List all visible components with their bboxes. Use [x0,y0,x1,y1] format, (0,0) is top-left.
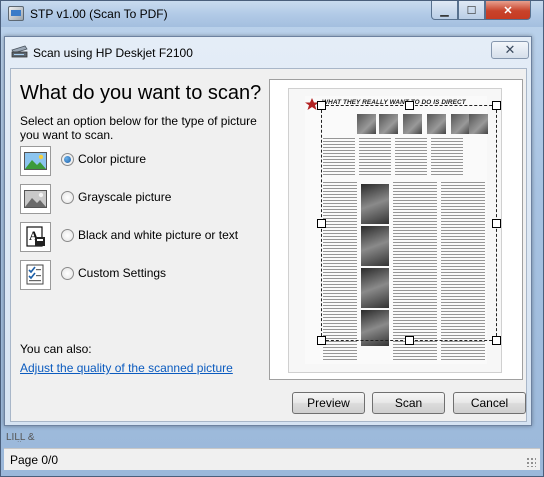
crop-handle-right[interactable] [492,219,501,228]
app-icon [8,6,24,21]
bw-picture-text-icon: A [20,222,51,252]
close-icon: ✕ [503,4,513,17]
custom-settings-radio[interactable] [61,267,74,280]
maximize-button[interactable]: ☐ [458,1,485,20]
option-custom-settings[interactable]: Custom Settings [20,260,270,290]
maximize-icon: ☐ [466,4,477,17]
color-picture-radio[interactable] [61,153,74,166]
main-window-title: STP v1.00 (Scan To PDF) [30,7,168,21]
preview-scan-bed: WHAT THEY REALLY WANT TO DO IS DIRECT [288,88,502,373]
cancel-button[interactable]: Cancel [453,392,526,414]
page-status: Page 0/0 [10,453,59,467]
crop-handle-top-right[interactable] [492,101,501,110]
dialog-title-bar[interactable]: Scan using HP Deskjet F2100 ✕ [5,37,531,67]
adjust-quality-link[interactable]: Adjust the quality of the scanned pictur… [20,361,233,375]
bw-picture-text-label[interactable]: Black and white picture or text [78,228,238,242]
crop-handle-bottom-left[interactable] [317,336,326,345]
crop-handle-top-left[interactable] [317,101,326,110]
minimize-icon: ▁ [440,4,449,17]
instructions-text: Select an option below for the type of p… [20,114,257,142]
close-icon: ✕ [504,42,516,57]
minimize-button[interactable]: ▁ [431,1,458,20]
scan-preview-pane[interactable]: WHAT THEY REALLY WANT TO DO IS DIRECT [269,79,523,380]
grayscale-picture-icon [20,184,51,214]
dialog-title: Scan using HP Deskjet F2100 [33,46,193,60]
background-document-text: LILL & Lalla [6,433,35,442]
scan-dialog: Scan using HP Deskjet F2100 ✕ What do yo… [4,36,532,426]
resize-grip-icon[interactable] [526,457,536,467]
page-title: What do you want to scan? [20,82,262,104]
grayscale-picture-label[interactable]: Grayscale picture [78,190,171,204]
grayscale-picture-radio[interactable] [61,191,74,204]
scan-button[interactable]: Scan [372,392,445,414]
crop-selection-box[interactable] [317,101,501,345]
custom-settings-label[interactable]: Custom Settings [78,266,166,280]
preview-button[interactable]: Preview [292,392,365,414]
option-color-picture[interactable]: Color picture [20,146,270,176]
bw-picture-text-radio[interactable] [61,229,74,242]
option-bw-picture-text[interactable]: A Black and white picture or text [20,222,270,252]
scanner-icon [11,45,28,58]
crop-handle-bottom[interactable] [405,336,414,345]
color-picture-icon [20,146,51,176]
custom-settings-icon [20,260,51,290]
you-can-also-label: You can also: [20,342,92,356]
crop-handle-top[interactable] [405,101,414,110]
color-picture-label[interactable]: Color picture [78,152,146,166]
option-grayscale-picture[interactable]: Grayscale picture [20,184,270,214]
status-bar: Page 0/0 [4,448,540,470]
crop-handle-left[interactable] [317,219,326,228]
crop-handle-bottom-right[interactable] [492,336,501,345]
dialog-close-button[interactable]: ✕ [491,41,529,59]
dialog-content: What do you want to scan? Select an opti… [10,68,527,422]
close-button[interactable]: ✕ [485,1,531,20]
